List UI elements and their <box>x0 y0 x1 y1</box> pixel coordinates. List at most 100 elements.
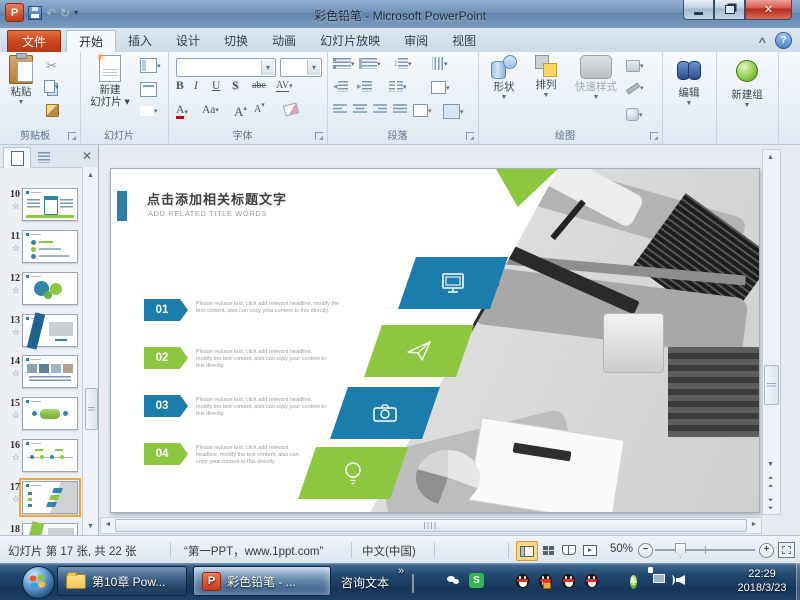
tab-slideshow[interactable]: 幻灯片放映 <box>308 30 392 51</box>
tab-outline[interactable] <box>31 147 57 167</box>
rainbow-tray-icon[interactable] <box>492 573 508 589</box>
collapse-ribbon-icon[interactable]: ∧ <box>757 35 768 46</box>
columns-button[interactable]: ▾ <box>389 81 407 92</box>
clear-formatting-button[interactable] <box>284 104 298 115</box>
list-item-01[interactable]: 01 Please replace text, click add releva… <box>144 299 346 321</box>
align-center-button[interactable] <box>353 104 367 115</box>
qat-customize-icon[interactable]: ▾ <box>74 8 78 17</box>
restore-button[interactable] <box>714 0 745 20</box>
distribute-button[interactable]: ▾ <box>413 104 432 117</box>
decrease-indent-button[interactable]: ◂ <box>333 81 348 92</box>
slide-thumbnail-17-selected[interactable]: 17☆ <box>22 481 78 514</box>
clipboard-dialog-launcher[interactable] <box>68 132 76 140</box>
scroll-up-icon[interactable]: ▲ <box>84 169 97 182</box>
taskbar-button-powerpoint[interactable]: P 彩色铅笔 - ... <box>193 566 331 596</box>
strikethrough-button[interactable]: abe <box>252 80 266 91</box>
powerpoint-app-icon[interactable]: P <box>5 3 24 22</box>
slide-canvas[interactable]: 点击添加相关标题文字 ADD RELATED TITLE WORDS 01 Pl… <box>110 168 760 513</box>
align-text-button[interactable]: ▾ <box>431 81 450 94</box>
slide-sorter-button[interactable] <box>538 541 558 559</box>
list-item-02[interactable]: 02 Please replace text, click add releva… <box>144 347 328 369</box>
keyboard-tray-icon[interactable] <box>412 575 428 591</box>
minimize-button[interactable] <box>683 0 714 20</box>
scroll-down-icon[interactable]: ▼ <box>84 520 97 533</box>
quick-styles-button[interactable]: 快速样式 ▼ <box>570 55 622 101</box>
help-icon[interactable]: ? <box>775 32 792 49</box>
tab-slides-thumbnails[interactable] <box>3 147 31 168</box>
zoom-slider-thumb[interactable] <box>675 543 686 558</box>
new-group-button[interactable]: 新建组 ▼ <box>721 55 773 109</box>
taskbar-toolbar-label[interactable]: 咨询文本 <box>341 574 389 591</box>
wechat-tray-icon[interactable] <box>445 573 461 589</box>
icon-plate-camera[interactable] <box>330 387 440 439</box>
underline-button[interactable]: U <box>212 80 220 92</box>
tab-home[interactable]: 开始 <box>66 30 116 52</box>
font-name-combo[interactable] <box>176 58 276 77</box>
vertical-scrollbar[interactable]: ▲ ▼ ⏶⏶ ⏷⏷ <box>762 149 781 515</box>
slide-thumbnail-16[interactable]: 16☆ <box>22 439 78 472</box>
tab-view[interactable]: 视图 <box>440 30 488 51</box>
network-tray-icon[interactable] <box>653 573 669 589</box>
slide-thumbnail-10[interactable]: 10☆ <box>22 188 78 221</box>
close-panel-icon[interactable]: ✕ <box>82 149 92 163</box>
format-painter-button[interactable] <box>46 104 59 117</box>
paste-button[interactable]: 粘贴 ▼ <box>2 55 40 106</box>
scrollbar-thumb[interactable] <box>85 388 98 430</box>
antivirus-sphere-tray-icon[interactable]: + <box>630 573 646 589</box>
layout-button[interactable]: ▾ <box>140 58 161 73</box>
font-size-combo[interactable] <box>280 58 322 77</box>
drawing-dialog-launcher[interactable] <box>650 132 658 140</box>
horizontal-scrollbar[interactable]: ◄ ► <box>100 517 762 534</box>
slide-thumbnail-12[interactable]: 12☆ <box>22 272 78 305</box>
slideshow-button[interactable] <box>580 541 600 559</box>
zoom-slider-track[interactable] <box>655 549 755 551</box>
grow-font-button[interactable]: A▴ <box>234 104 247 120</box>
next-slide-icon[interactable]: ⏷⏷ <box>763 498 778 511</box>
thumbnails-scrollbar[interactable]: ▲ ▼ <box>82 167 98 535</box>
slide-thumbnail-13[interactable]: 13☆ <box>22 314 78 347</box>
taskbar-clock[interactable]: 22:29 2018/3/23 <box>730 567 794 595</box>
justify-button[interactable] <box>393 104 407 115</box>
icon-plate-lightbulb[interactable] <box>298 447 408 499</box>
sogou-tray-icon[interactable]: S <box>469 573 485 589</box>
align-right-button[interactable] <box>373 104 387 115</box>
bold-button[interactable]: B <box>176 80 184 92</box>
convert-smartart-button[interactable]: ▾ <box>443 104 464 119</box>
character-spacing-button[interactable]: AV▾ <box>276 80 293 92</box>
tab-insert[interactable]: 插入 <box>116 30 164 51</box>
taskbar-button-folder[interactable]: 第10章 Pow... <box>57 566 187 596</box>
list-item-03[interactable]: 03 Please replace text, click add releva… <box>144 395 328 417</box>
show-desktop-button[interactable] <box>796 563 800 600</box>
tab-file[interactable]: 文件 <box>7 30 61 53</box>
copy-button[interactable]: ▾ <box>44 80 59 93</box>
slide-thumbnail-14[interactable]: 14☆ <box>22 355 78 388</box>
edit-button[interactable]: 编辑 ▼ <box>667 55 711 107</box>
shrink-font-button[interactable]: A▾ <box>254 104 265 115</box>
scroll-down-icon[interactable]: ▼ <box>763 458 778 471</box>
line-spacing-button[interactable]: ↕▾ <box>393 58 412 69</box>
slide-title[interactable]: 点击添加相关标题文字 <box>147 189 287 208</box>
font-dialog-launcher[interactable] <box>315 132 323 140</box>
shape-effects-button[interactable]: ▾ <box>626 108 643 121</box>
text-shadow-button[interactable]: S <box>232 80 238 92</box>
paragraph-dialog-launcher[interactable] <box>466 132 474 140</box>
tab-design[interactable]: 设计 <box>164 30 212 51</box>
shape-fill-button[interactable]: ▾ <box>626 60 644 72</box>
shapes-button[interactable]: 形状 ▼ <box>484 55 524 101</box>
redo-icon[interactable]: ↻ <box>60 7 70 19</box>
bullets-button[interactable]: ▾ <box>333 58 355 69</box>
font-color-button[interactable]: A▾ <box>176 104 188 119</box>
hscrollbar-thumb[interactable] <box>115 519 747 532</box>
fit-to-window-button[interactable] <box>778 542 795 558</box>
undo-icon[interactable]: ↶ <box>46 7 56 19</box>
cut-button[interactable]: ✂ <box>46 58 57 74</box>
change-case-button[interactable]: Aa▾ <box>202 104 219 116</box>
text-direction-button[interactable]: ▾ <box>431 58 448 69</box>
zoom-out-button[interactable]: − <box>638 543 653 558</box>
list-item-04[interactable]: 04 Please replace text, click add releva… <box>144 443 306 465</box>
save-icon[interactable] <box>28 6 42 20</box>
zoom-level[interactable]: 50% <box>610 543 633 555</box>
reading-view-button[interactable] <box>559 541 579 559</box>
align-left-button[interactable] <box>333 104 347 115</box>
toolbar-chevron[interactable]: » <box>398 565 404 577</box>
